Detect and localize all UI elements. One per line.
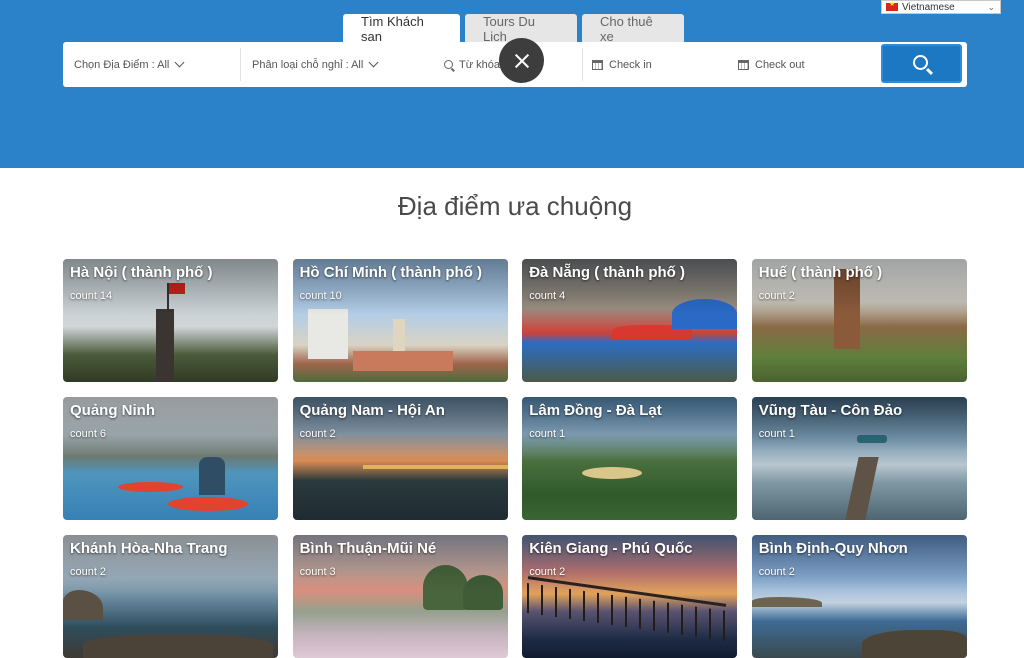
count-value: 2 bbox=[99, 566, 107, 578]
destination-count: count 2 bbox=[300, 428, 336, 440]
count-prefix: count bbox=[758, 566, 786, 578]
count-value: 6 bbox=[99, 428, 107, 440]
count-prefix: count bbox=[529, 566, 557, 578]
chevron-down-icon: ⌄ bbox=[987, 2, 995, 12]
destination-card[interactable]: Quảng Nam - Hội An count 2 bbox=[292, 397, 508, 520]
language-label: Vietnamese bbox=[902, 1, 955, 13]
destination-name: Kiên Giang - Phú Quốc bbox=[529, 540, 693, 557]
destination-card[interactable]: Lâm Đồng - Đà Lạt count 1 bbox=[522, 397, 738, 520]
location-dropdown[interactable]: Chọn Địa Điểm : All bbox=[63, 48, 241, 81]
chevron-down-icon bbox=[368, 57, 379, 68]
destination-count: count 1 bbox=[759, 428, 795, 440]
destination-count: count 3 bbox=[300, 566, 336, 578]
count-value: 3 bbox=[329, 566, 336, 578]
close-button[interactable] bbox=[499, 38, 544, 83]
count-prefix: count bbox=[70, 566, 97, 578]
chevron-down-icon bbox=[174, 57, 185, 68]
destination-card[interactable]: Bình Thuận-Mũi Né count 3 bbox=[292, 535, 508, 658]
destination-name: Hà Nội ( thành phố ) bbox=[70, 264, 213, 281]
count-prefix: count bbox=[70, 428, 97, 440]
keyword-placeholder: Từ khóa bbox=[459, 58, 500, 71]
destination-count: count 4 bbox=[529, 290, 565, 302]
destination-name: Khánh Hòa-Nha Trang bbox=[70, 540, 228, 557]
destination-name: Đà Nẵng ( thành phố ) bbox=[529, 264, 686, 281]
destination-card[interactable]: Huế ( thành phố ) count 2 bbox=[751, 259, 967, 382]
checkin-label: Check in bbox=[609, 58, 652, 71]
count-value: 14 bbox=[99, 290, 113, 302]
destination-count: count 1 bbox=[529, 428, 565, 440]
destination-card[interactable]: Bình Định-Quy Nhơn count 2 bbox=[751, 535, 967, 658]
destination-name: Bình Thuận-Mũi Né bbox=[299, 540, 437, 557]
destination-card[interactable]: Khánh Hòa-Nha Trang count 2 bbox=[63, 535, 278, 658]
destination-name: Huế ( thành phố ) bbox=[758, 264, 883, 281]
destination-card[interactable]: Hồ Chí Minh ( thành phố ) count 10 bbox=[292, 259, 508, 382]
search-icon bbox=[912, 54, 928, 70]
count-value: 2 bbox=[788, 566, 795, 578]
search-icon bbox=[444, 60, 453, 69]
count-prefix: count bbox=[299, 290, 327, 302]
tab-car-rental[interactable]: Cho thuê xe bbox=[582, 14, 684, 44]
destination-card[interactable]: Vũng Tàu - Côn Đảo count 1 bbox=[751, 397, 967, 520]
destination-count: count 6 bbox=[70, 428, 106, 440]
count-prefix: count bbox=[758, 290, 786, 302]
destination-name: Quảng Nam - Hội An bbox=[299, 402, 445, 419]
destination-card[interactable]: Kiên Giang - Phú Quốc count 2 bbox=[522, 535, 738, 658]
destination-name: Quảng Ninh bbox=[70, 402, 155, 419]
location-label: Chọn Địa Điểm : All bbox=[74, 58, 170, 71]
count-value: 2 bbox=[788, 290, 795, 302]
language-select[interactable]: Vietnamese ⌄ bbox=[881, 0, 1001, 14]
count-prefix: count bbox=[299, 566, 327, 578]
count-value: 2 bbox=[329, 428, 336, 440]
destination-count: count 2 bbox=[70, 566, 106, 578]
destination-name: Vũng Tàu - Côn Đảo bbox=[758, 402, 903, 419]
destination-count: count 2 bbox=[759, 566, 795, 578]
count-prefix: count bbox=[529, 428, 557, 440]
search-button[interactable] bbox=[881, 44, 962, 83]
count-prefix: count bbox=[758, 428, 786, 440]
calendar-icon bbox=[738, 59, 749, 70]
count-prefix: count bbox=[299, 428, 327, 440]
destination-grid: Hà Nội ( thành phố ) count 14 Hồ Chí Minh… bbox=[63, 259, 967, 658]
destination-card[interactable]: Đà Nẵng ( thành phố ) count 4 bbox=[522, 259, 738, 382]
destination-name: Lâm Đồng - Đà Lạt bbox=[529, 402, 662, 419]
count-prefix: count bbox=[70, 290, 97, 302]
section-title: Địa điểm ưa chuộng bbox=[397, 191, 633, 221]
vietnam-flag-icon bbox=[886, 0, 898, 11]
accommodation-type-label: Phân loại chỗ nghỉ : All bbox=[252, 58, 364, 71]
checkout-field[interactable]: Check out bbox=[728, 48, 878, 81]
count-value: 1 bbox=[559, 428, 566, 440]
destination-card[interactable]: Quảng Ninh count 6 bbox=[63, 397, 278, 520]
destination-count: count 2 bbox=[759, 290, 795, 302]
destination-name: Bình Định-Quy Nhơn bbox=[758, 540, 908, 557]
count-value: 2 bbox=[559, 566, 566, 578]
count-prefix: count bbox=[529, 290, 557, 302]
destination-name: Hồ Chí Minh ( thành phố ) bbox=[299, 264, 483, 281]
destination-card[interactable]: Hà Nội ( thành phố ) count 14 bbox=[63, 259, 278, 382]
count-value: 1 bbox=[788, 428, 795, 440]
checkout-label: Check out bbox=[755, 58, 805, 71]
checkin-field[interactable]: Check in bbox=[583, 48, 728, 81]
accommodation-type-dropdown[interactable]: Phân loại chỗ nghỉ : All bbox=[241, 48, 435, 81]
close-icon bbox=[514, 53, 530, 69]
calendar-icon bbox=[592, 59, 603, 70]
tab-hotels[interactable]: Tìm Khách sạn bbox=[343, 14, 460, 44]
destination-count: count 2 bbox=[529, 566, 565, 578]
count-value: 4 bbox=[559, 290, 566, 302]
count-value: 10 bbox=[329, 290, 342, 302]
destination-count: count 14 bbox=[70, 290, 112, 302]
destination-count: count 10 bbox=[300, 290, 342, 302]
